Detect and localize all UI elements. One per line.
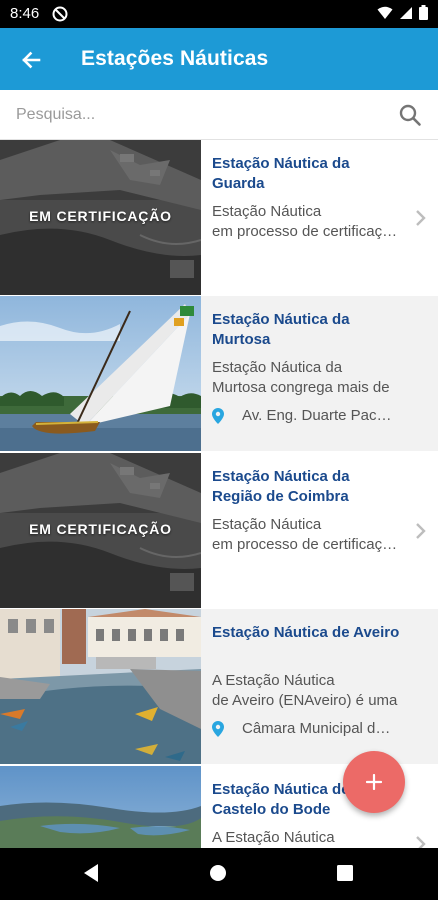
- plus-icon: [366, 774, 382, 790]
- location-text: Av. Eng. Duarte Pacheco: [242, 407, 398, 424]
- navigation-bar: [0, 848, 438, 900]
- station-list: EM CERTIFICAÇÃO Estação Náutica da Guard…: [0, 140, 438, 848]
- search-input[interactable]: [16, 102, 376, 128]
- list-item[interactable]: EM CERTIFICAÇÃO Estação Náutica da Guard…: [0, 140, 438, 295]
- app-bar: Estações Náuticas: [0, 28, 438, 90]
- item-title: Estação Náutica de Aveiro: [212, 624, 400, 641]
- nav-recents-icon[interactable]: [337, 865, 353, 881]
- page-title: Estações Náuticas: [81, 47, 269, 70]
- chevron-right-icon: [416, 210, 426, 226]
- item-location: Av. Eng. Duarte Pacheco: [212, 406, 398, 426]
- item-description: A Estação Náutica: [212, 829, 335, 846]
- status-time: 8:46: [10, 5, 40, 22]
- item-thumbnail: EM CERTIFICAÇÃO: [0, 140, 201, 295]
- item-title: Estação Náutica da Região de Coimbra: [212, 468, 350, 505]
- certification-label: EM CERTIFICAÇÃO: [29, 521, 172, 537]
- battery-icon: [419, 5, 428, 20]
- item-thumbnail: [0, 766, 201, 848]
- back-button[interactable]: [14, 43, 48, 77]
- item-description: A Estação Náutica de Aveiro (ENAveiro) é…: [212, 672, 398, 709]
- chevron-right-icon: [416, 836, 426, 848]
- list-item[interactable]: EM CERTIFICAÇÃO Estação Náutica da Regiã…: [0, 453, 438, 608]
- item-thumbnail: EM CERTIFICAÇÃO: [0, 453, 201, 608]
- nav-home-icon[interactable]: [209, 864, 227, 882]
- chevron-right-icon: [416, 523, 426, 539]
- certification-label: EM CERTIFICAÇÃO: [29, 208, 172, 224]
- map-pin-icon: [212, 721, 224, 737]
- nav-back-icon[interactable]: [82, 863, 100, 883]
- item-description: Estação Náutica em processo de certifica…: [212, 516, 398, 553]
- item-title: Estação Náutica da Murtosa: [212, 311, 350, 348]
- item-description: Estação Náutica em processo de certifica…: [212, 203, 398, 240]
- item-thumbnail: [0, 609, 201, 764]
- item-thumbnail: [0, 296, 201, 451]
- list-item[interactable]: Estação Náutica de Aveiro A Estação Náut…: [0, 609, 438, 835]
- item-description: Estação Náutica da Murtosa congrega mais…: [212, 359, 390, 396]
- add-button[interactable]: [343, 751, 405, 813]
- list-item[interactable]: Estação Náutica da Murtosa Estação Náuti…: [0, 296, 438, 522]
- arrow-left-icon: [22, 51, 41, 69]
- location-text: Câmara Municipal de Aveiro: [242, 720, 398, 737]
- signal-icon: [400, 6, 412, 19]
- item-location: Câmara Municipal de Aveiro: [212, 719, 398, 739]
- data-saver-icon: [52, 6, 68, 22]
- wifi-icon: [377, 6, 393, 19]
- status-icons: [377, 5, 428, 20]
- search-bar: [0, 90, 438, 140]
- map-pin-icon: [212, 408, 224, 424]
- search-icon[interactable]: [398, 103, 422, 127]
- item-title: Estação Náutica da Guarda: [212, 155, 350, 192]
- status-bar: 8:46: [0, 0, 438, 28]
